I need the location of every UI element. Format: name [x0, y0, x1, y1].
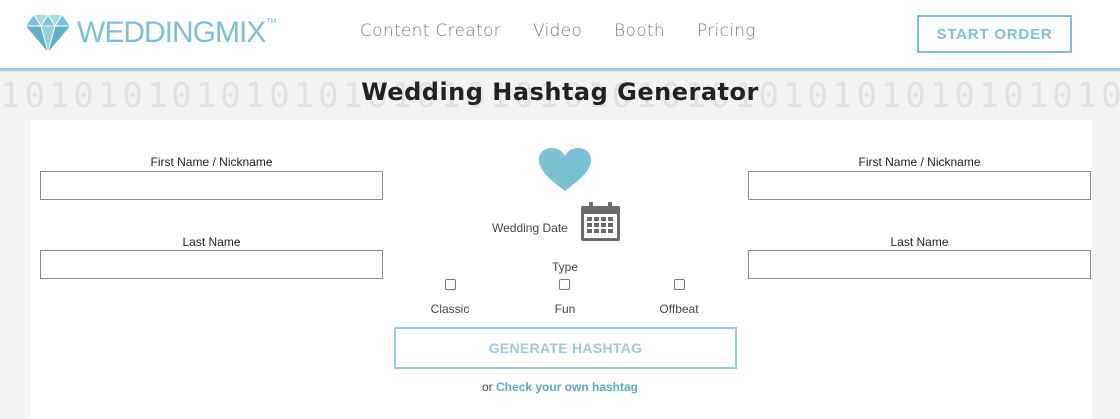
check-hashtag-link[interactable]: Check your own hashtag: [496, 380, 638, 394]
right-last-name-label: Last Name: [890, 235, 949, 249]
right-last-name-input[interactable]: [748, 250, 1091, 279]
site-header: WEDDINGMIX TM Content Creator Video Boot…: [0, 0, 1120, 71]
or-text: or: [481, 380, 493, 394]
wedding-date-label: Wedding Date: [492, 221, 568, 235]
generate-hashtag-button[interactable]: GENERATE HASHTAG: [394, 327, 737, 369]
type-classic-checkbox[interactable]: [445, 279, 456, 290]
start-order-button[interactable]: START ORDER: [917, 15, 1072, 53]
type-label: Type: [551, 260, 578, 274]
main-nav: Content Creator Video Booth Pricing: [360, 21, 788, 41]
calendar-icon[interactable]: [580, 201, 621, 242]
left-last-name-input[interactable]: [40, 250, 383, 279]
right-first-name-input[interactable]: [748, 171, 1091, 200]
right-first-name-label: First Name / Nickname: [858, 155, 981, 169]
left-first-name-label: First Name / Nickname: [150, 155, 273, 169]
left-first-name-input[interactable]: [40, 171, 383, 200]
trademark: TM: [266, 18, 277, 25]
type-offbeat-checkbox[interactable]: [674, 279, 685, 290]
brand-name: WEDDINGMIX: [77, 16, 266, 49]
nav-content-creator[interactable]: Content Creator: [360, 21, 501, 41]
brand-logo[interactable]: WEDDINGMIX TM: [25, 12, 276, 54]
type-fun-label: Fun: [554, 302, 576, 316]
diamond-icon: [26, 14, 70, 53]
left-last-name-label: Last Name: [182, 235, 241, 249]
type-classic-label: Classic: [430, 302, 470, 316]
type-fun-checkbox[interactable]: [559, 279, 570, 290]
page-title: Wedding Hashtag Generator: [361, 78, 759, 106]
check-hashtag-line: or Check your own hashtag: [0, 380, 1120, 394]
nav-booth[interactable]: Booth: [614, 21, 665, 41]
heart-icon: [539, 148, 591, 191]
nav-video[interactable]: Video: [533, 21, 582, 41]
type-offbeat-label: Offbeat: [659, 302, 699, 316]
nav-pricing[interactable]: Pricing: [697, 21, 756, 41]
